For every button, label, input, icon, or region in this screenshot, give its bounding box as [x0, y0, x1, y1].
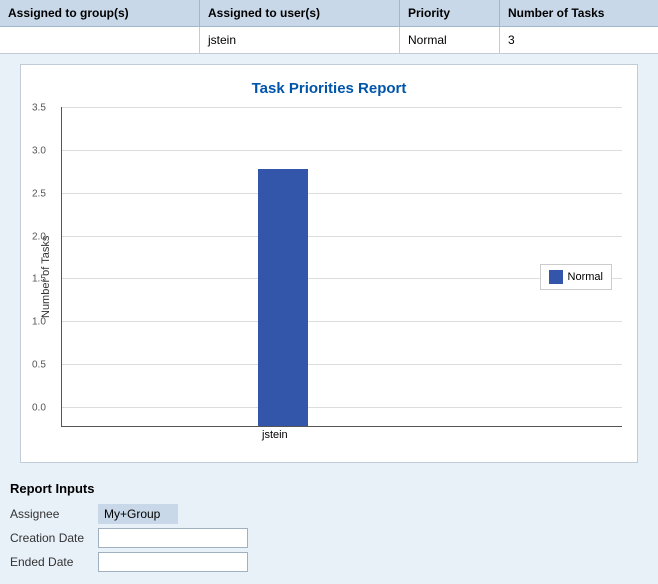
ended-date-input[interactable] — [98, 552, 248, 572]
y-tick-label: 3.0 — [32, 145, 46, 156]
table-header: Assigned to group(s) Assigned to user(s)… — [0, 0, 658, 27]
assignee-row: Assignee My+Group — [10, 504, 648, 524]
col-header-priority: Priority — [400, 0, 500, 26]
legend-color-normal — [549, 270, 563, 284]
table-row: jstein Normal 3 — [0, 27, 658, 54]
chart-legend: Normal — [540, 264, 612, 290]
bar-jstein — [258, 169, 308, 426]
col-header-group: Assigned to group(s) — [0, 0, 200, 26]
grid-line: 1.5 — [62, 278, 622, 279]
chart-grid: 0.0 0.5 1.0 1.5 2.0 2.5 3.0 3.5 — [61, 107, 622, 427]
grid-line: 1.0 — [62, 321, 622, 322]
ended-date-label: Ended Date — [10, 555, 90, 569]
report-inputs-title: Report Inputs — [10, 481, 648, 496]
x-axis-labels: jstein — [61, 427, 622, 447]
chart-inner: 0.0 0.5 1.0 1.5 2.0 2.5 3.0 3.5 jstein — [61, 107, 622, 447]
grid-line: 2.0 — [62, 236, 622, 237]
creation-date-label: Creation Date — [10, 531, 90, 545]
grid-line: 0.5 — [62, 364, 622, 365]
y-tick-label: 3.5 — [32, 103, 46, 114]
y-tick-label: 2.5 — [32, 188, 46, 199]
cell-user: jstein — [200, 27, 400, 53]
y-tick-label: 0.5 — [32, 360, 46, 371]
y-tick-label: 2.0 — [32, 231, 46, 242]
grid-line: 3.0 — [62, 150, 622, 151]
chart-title: Task Priorities Report — [36, 80, 622, 97]
legend-label-normal: Normal — [568, 271, 603, 283]
cell-tasks: 3 — [500, 27, 658, 53]
cell-priority: Normal — [400, 27, 500, 53]
x-tick-label: jstein — [262, 429, 288, 441]
creation-date-input[interactable] — [98, 528, 248, 548]
col-header-user: Assigned to user(s) — [200, 0, 400, 26]
grid-line: 0.0 — [62, 407, 622, 408]
report-inputs-section: Report Inputs Assignee My+Group Creation… — [0, 473, 658, 584]
creation-date-row: Creation Date — [10, 528, 648, 548]
y-tick-label: 1.5 — [32, 274, 46, 285]
grid-line: 2.5 — [62, 193, 622, 194]
y-tick-label: 1.0 — [32, 317, 46, 328]
y-tick-label: 0.0 — [32, 403, 46, 414]
assignee-label: Assignee — [10, 507, 90, 521]
grid-line: 3.5 — [62, 107, 622, 108]
col-header-tasks: Number of Tasks — [500, 0, 658, 26]
assignee-value: My+Group — [98, 504, 178, 524]
chart-area: Number of Tasks 0.00.51.01.52.02.53.03.5… — [36, 107, 622, 447]
ended-date-row: Ended Date — [10, 552, 648, 572]
chart-container: Task Priorities Report Number of Tasks 0… — [20, 64, 638, 463]
cell-group — [0, 27, 200, 53]
